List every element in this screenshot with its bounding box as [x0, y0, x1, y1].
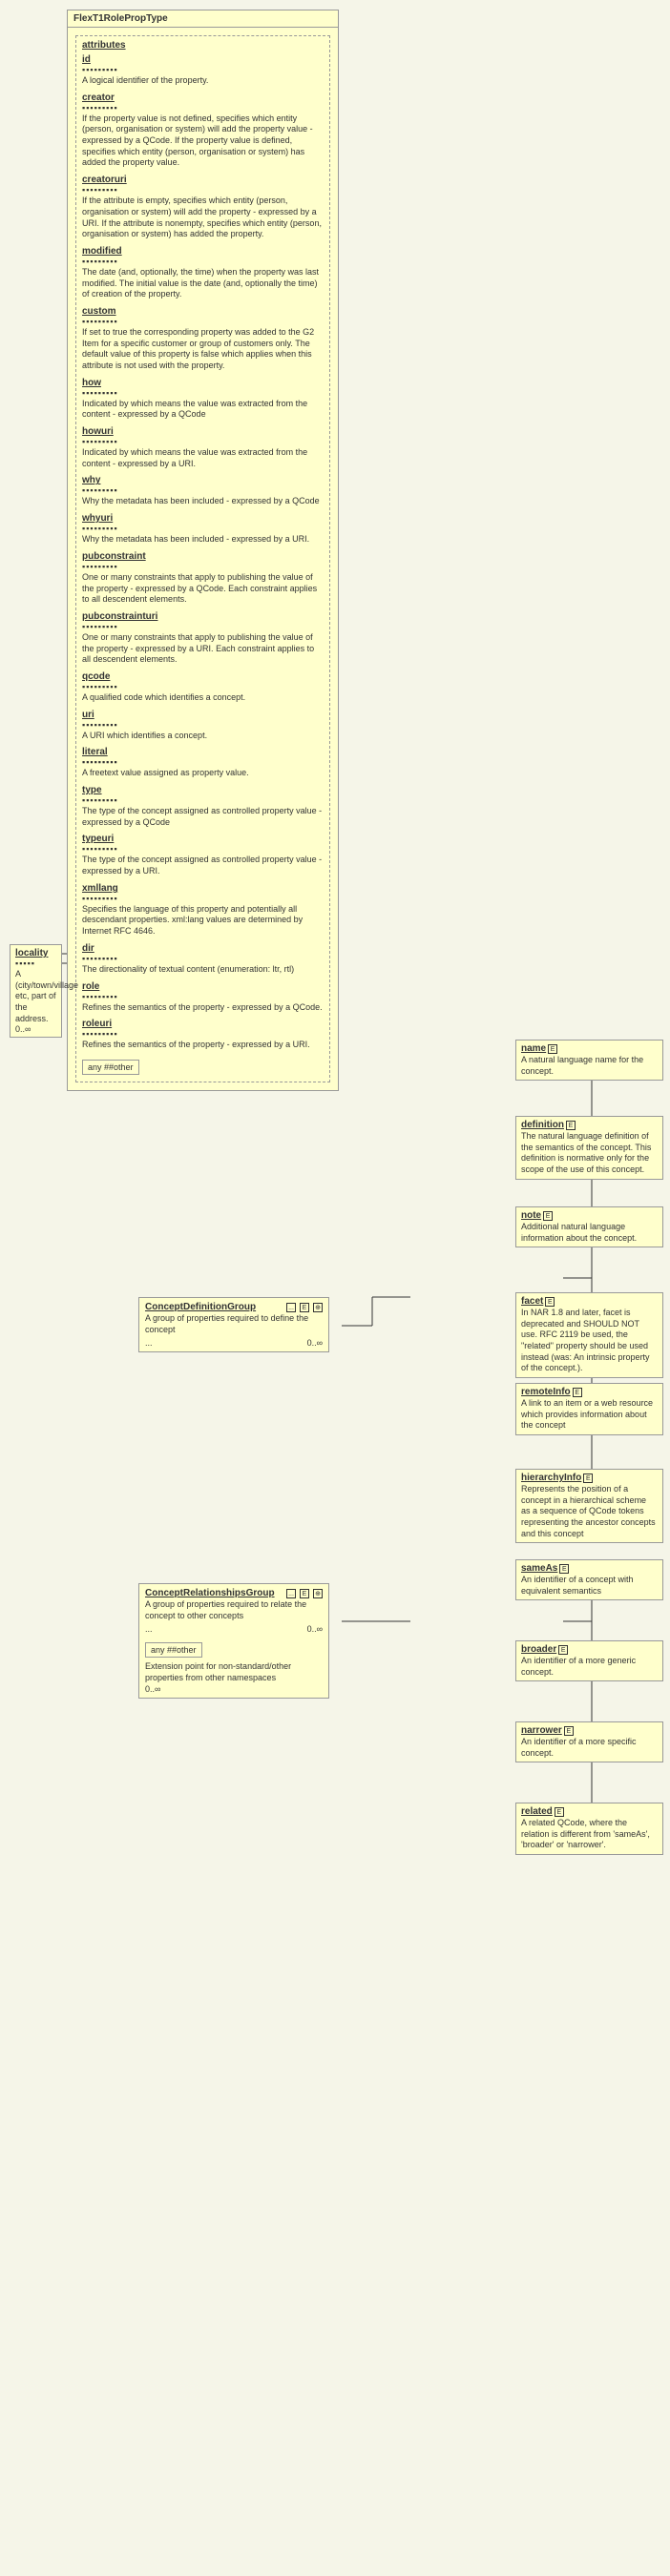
any-other-badge2: any ##other [145, 1642, 202, 1658]
attributes-title: attributes [82, 40, 324, 51]
hierarchyinfo-element-title: hierarchyInfo [521, 1473, 581, 1483]
related-element-box: related E A related QCode, where the rel… [515, 1803, 663, 1855]
attr-howuri: howuri ▪▪▪▪▪▪▪▪▪ Indicated by which mean… [82, 426, 324, 469]
attr-modified: modified ▪▪▪▪▪▪▪▪▪ The date (and, option… [82, 246, 324, 300]
facet-element-title: facet [521, 1296, 543, 1307]
note-element-icon: E [543, 1211, 553, 1221]
rel-group-mult2: 0..∞ [307, 1624, 323, 1634]
name-element-box: name E A natural language name for the c… [515, 1040, 663, 1081]
definition-element-box: definition E The natural language defini… [515, 1116, 663, 1180]
name-element-icon: E [548, 1044, 557, 1054]
multiplicity-icon: ⊕ [313, 1303, 323, 1312]
hierarchyinfo-element-box: hierarchyInfo E Represents the position … [515, 1469, 663, 1543]
concept-definition-group-title: ConceptDefinitionGroup [145, 1302, 256, 1312]
attr-pubconstrainturi: pubconstrainturi ▪▪▪▪▪▪▪▪▪ One or many c… [82, 611, 324, 666]
broader-element-icon: E [558, 1645, 568, 1655]
expand-icon[interactable]: ... [286, 1303, 296, 1312]
attr-typeuri: typeuri ▪▪▪▪▪▪▪▪▪ The type of the concep… [82, 834, 324, 876]
narrower-element-icon: E [564, 1726, 574, 1736]
any-other-badge: any ##other [82, 1060, 139, 1075]
note-element-box: note E Additional natural language infor… [515, 1206, 663, 1247]
attr-id: id ▪▪▪▪▪▪▪▪▪ A logical identifier of the… [82, 54, 324, 87]
attr-uri: uri ▪▪▪▪▪▪▪▪▪ A URI which identifies a c… [82, 710, 324, 742]
narrower-element-box: narrower E An identifier of a more speci… [515, 1721, 663, 1762]
broader-element-box: broader E An identifier of a more generi… [515, 1640, 663, 1681]
sameas-element-title: sameAs [521, 1563, 557, 1574]
rel-group-mult1: ... [145, 1624, 153, 1634]
definition-element-icon: E [566, 1121, 576, 1130]
facet-element-icon: E [545, 1297, 555, 1307]
remoteinfo-element-title: remoteInfo [521, 1387, 571, 1397]
definition-element-title: definition [521, 1120, 564, 1130]
type-icon: E [300, 1303, 309, 1312]
main-type-box: FlexT1RolePropType attributes id ▪▪▪▪▪▪▪… [67, 10, 339, 1091]
attr-creatoruri: creatoruri ▪▪▪▪▪▪▪▪▪ If the attribute is… [82, 175, 324, 240]
concept-relationships-group-title: ConceptRelationshipsGroup [145, 1588, 275, 1598]
attr-custom: custom ▪▪▪▪▪▪▪▪▪ If set to true the corr… [82, 306, 324, 372]
note-element-title: note [521, 1210, 541, 1221]
attr-xmllang: xmllang ▪▪▪▪▪▪▪▪▪ Specifies the language… [82, 883, 324, 938]
sameas-element-icon: E [559, 1564, 569, 1574]
hierarchyinfo-element-icon: E [583, 1473, 593, 1483]
attr-dir: dir ▪▪▪▪▪▪▪▪▪ The directionality of text… [82, 943, 324, 976]
attr-pubconstraint: pubconstraint ▪▪▪▪▪▪▪▪▪ One or many cons… [82, 551, 324, 606]
def-group-mult1: ... [145, 1338, 153, 1348]
concept-relationships-group-box: ConceptRelationshipsGroup ... E ⊕ A grou… [138, 1583, 329, 1699]
attr-how: how ▪▪▪▪▪▪▪▪▪ Indicated by which means t… [82, 378, 324, 421]
def-group-mult2: 0..∞ [307, 1338, 323, 1348]
any-other-mult: 0..∞ [145, 1684, 323, 1694]
concept-definition-group-box: ConceptDefinitionGroup ... E ⊕ A group o… [138, 1297, 329, 1352]
attr-roleuri: roleuri ▪▪▪▪▪▪▪▪▪ Refines the semantics … [82, 1019, 324, 1051]
attr-creator: creator ▪▪▪▪▪▪▪▪▪ If the property value … [82, 93, 324, 169]
related-element-icon: E [555, 1807, 564, 1817]
related-element-title: related [521, 1806, 553, 1817]
expand-icon2[interactable]: ... [286, 1589, 296, 1598]
attr-whyuri: whyuri ▪▪▪▪▪▪▪▪▪ Why the metadata has be… [82, 513, 324, 546]
remoteinfo-element-box: remoteInfo E A link to an item or a web … [515, 1383, 663, 1435]
main-box-title: FlexT1RolePropType [68, 10, 338, 28]
locality-box: locality ▪▪▪▪▪ A (city/town/village etc,… [10, 944, 62, 1038]
locality-multiplicity: 0..∞ [15, 1024, 56, 1034]
attr-role: role ▪▪▪▪▪▪▪▪▪ Refines the semantics of … [82, 981, 324, 1014]
attr-literal: literal ▪▪▪▪▪▪▪▪▪ A freetext value assig… [82, 747, 324, 779]
facet-element-box: facet E In NAR 1.8 and later, facet is d… [515, 1292, 663, 1378]
sameas-element-box: sameAs E An identifier of a concept with… [515, 1559, 663, 1600]
attr-why: why ▪▪▪▪▪▪▪▪▪ Why the metadata has been … [82, 475, 324, 507]
attr-qcode: qcode ▪▪▪▪▪▪▪▪▪ A qualified code which i… [82, 671, 324, 704]
type-icon2: E [300, 1589, 309, 1598]
attributes-group: attributes id ▪▪▪▪▪▪▪▪▪ A logical identi… [75, 35, 330, 1082]
multiplicity-icon2: ⊕ [313, 1589, 323, 1598]
locality-title: locality [15, 948, 56, 958]
narrower-element-title: narrower [521, 1725, 562, 1736]
attr-type: type ▪▪▪▪▪▪▪▪▪ The type of the concept a… [82, 785, 324, 828]
name-element-title: name [521, 1043, 546, 1054]
broader-element-title: broader [521, 1644, 556, 1655]
remoteinfo-element-icon: E [573, 1388, 582, 1397]
